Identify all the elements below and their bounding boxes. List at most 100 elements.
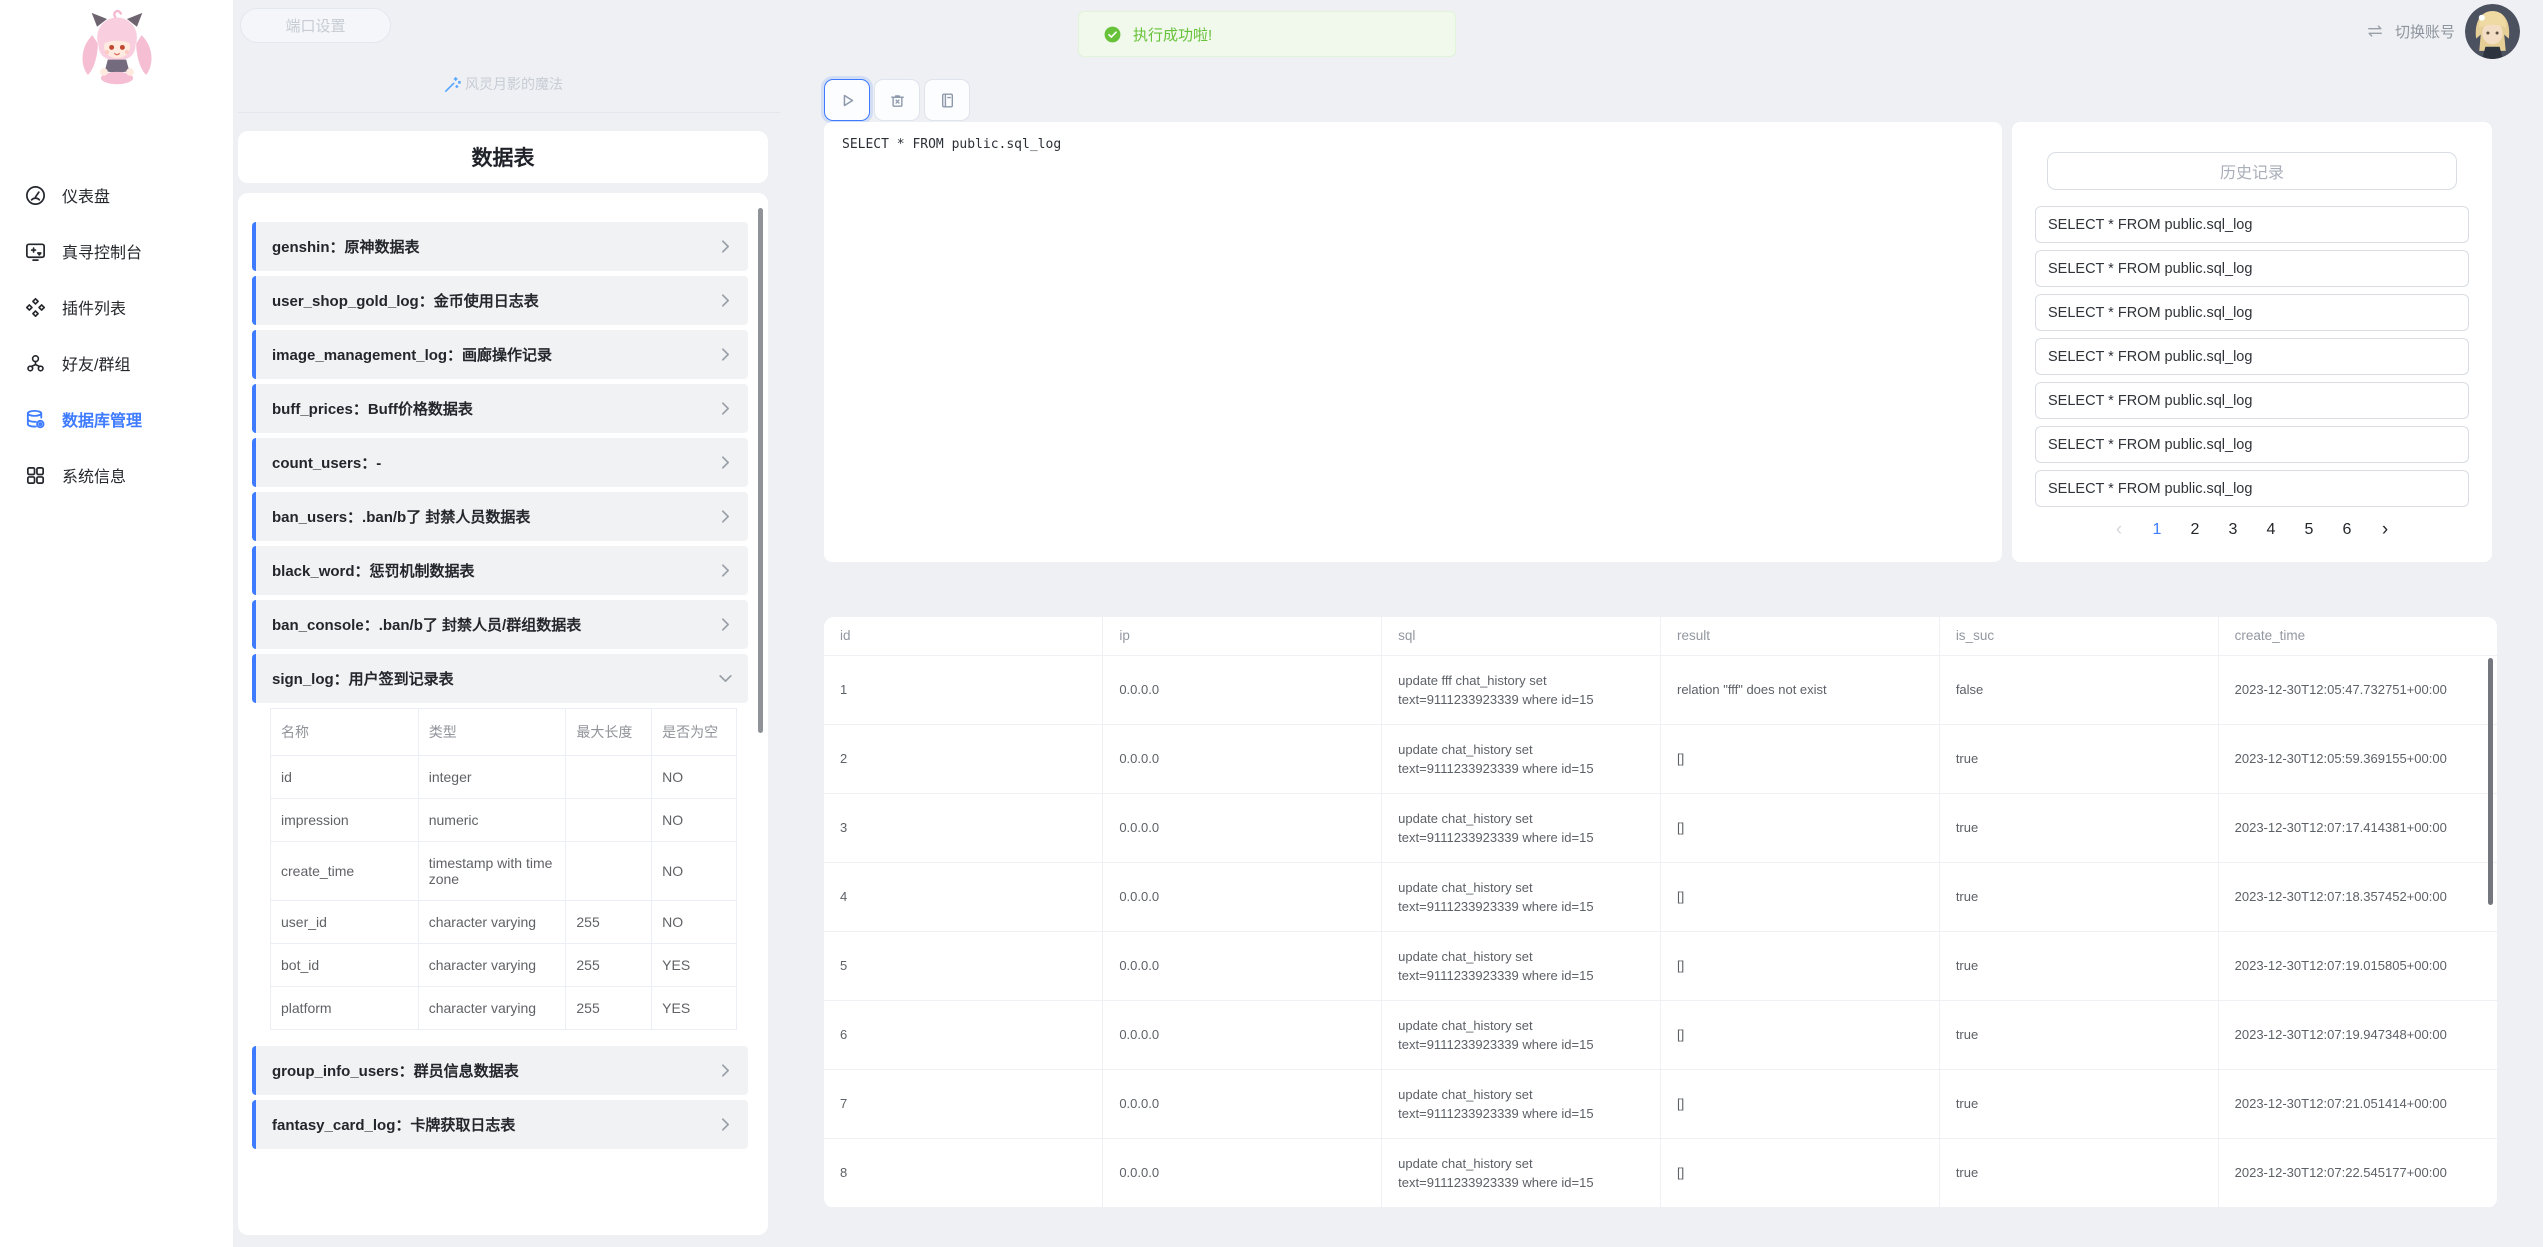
results-cell: [] <box>1660 724 1939 793</box>
log-button[interactable] <box>924 79 970 121</box>
table-list-item[interactable]: count_users：- <box>252 438 748 487</box>
table-list-item-label: image_management_log：画廊操作记录 <box>272 344 552 365</box>
query-results-table: idipsqlresultis_succreate_time 10.0.0.0u… <box>824 617 2497 1208</box>
pagination-page-5[interactable]: 5 <box>2302 521 2316 539</box>
panel-divider <box>238 112 780 113</box>
user-avatar[interactable] <box>2465 4 2520 59</box>
results-cell: true <box>1939 1069 2218 1138</box>
table-list-item[interactable]: fantasy_card_log：卡牌获取日志表 <box>252 1100 748 1149</box>
column-def-cell: NO <box>652 901 737 944</box>
sql-editor[interactable]: SELECT * FROM public.sql_log <box>824 122 2002 562</box>
table-columns-detail: 名称类型最大长度是否为空idintegerNOimpressionnumeric… <box>270 708 737 1030</box>
results-row: 40.0.0.0update chat_history set text=911… <box>824 862 2497 931</box>
results-column-header: create_time <box>2218 617 2497 655</box>
switch-account-label[interactable]: 切换账号 <box>2395 21 2455 42</box>
tables-list-card: genshin：原神数据表 user_shop_gold_log：金币使用日志表… <box>238 193 768 1235</box>
results-cell: 7 <box>824 1069 1103 1138</box>
column-def-cell: NO <box>652 756 737 799</box>
tables-list: genshin：原神数据表 user_shop_gold_log：金币使用日志表… <box>252 222 748 1149</box>
table-list-item[interactable]: group_info_users：群员信息数据表 <box>252 1046 748 1095</box>
port-settings-button[interactable]: 端口设置 <box>240 8 391 43</box>
sidebar-item-system-info[interactable]: 系统信息 <box>0 447 233 503</box>
pagination-next[interactable]: › <box>2378 520 2392 539</box>
chevron-right-icon <box>717 238 734 255</box>
run-query-button[interactable] <box>824 79 870 121</box>
pagination-page-2[interactable]: 2 <box>2188 521 2202 539</box>
results-cell: update chat_history set text=91112339233… <box>1382 1138 1661 1207</box>
tables-list-scrollbar[interactable] <box>758 208 763 733</box>
sidebar-item-friends-groups[interactable]: 好友/群组 <box>0 335 233 391</box>
results-cell: 1 <box>824 655 1103 724</box>
history-item[interactable]: SELECT * FROM public.sql_log <box>2035 470 2469 507</box>
history-item[interactable]: SELECT * FROM public.sql_log <box>2035 382 2469 419</box>
table-list-item[interactable]: image_management_log：画廊操作记录 <box>252 330 748 379</box>
sidebar-item-label: 真寻控制台 <box>62 239 142 263</box>
results-cell: true <box>1939 1000 2218 1069</box>
table-list-item[interactable]: genshin：原神数据表 <box>252 222 748 271</box>
chevron-right-icon <box>717 508 734 525</box>
results-scrollbar[interactable] <box>2488 658 2493 905</box>
history-pagination: ‹ 1 2 3 4 5 6 › <box>2035 520 2469 539</box>
results-cell: [] <box>1660 931 1939 1000</box>
table-list-item[interactable]: black_word：惩罚机制数据表 <box>252 546 748 595</box>
history-item[interactable]: SELECT * FROM public.sql_log <box>2035 426 2469 463</box>
sidebar-item-plugins[interactable]: 插件列表 <box>0 279 233 335</box>
results-cell: 4 <box>824 862 1103 931</box>
notebook-icon <box>937 90 958 111</box>
results-cell: 8 <box>824 1138 1103 1207</box>
results-row: 20.0.0.0update chat_history set text=911… <box>824 724 2497 793</box>
results-column-header: ip <box>1103 617 1382 655</box>
column-def-cell: 255 <box>566 987 652 1030</box>
trash-icon <box>887 90 908 111</box>
pagination-page-3[interactable]: 3 <box>2226 521 2240 539</box>
history-item[interactable]: SELECT * FROM public.sql_log <box>2035 294 2469 331</box>
avatar-image <box>2465 4 2520 59</box>
tables-panel-title: 数据表 <box>238 131 768 183</box>
table-list-item-label: fantasy_card_log：卡牌获取日志表 <box>272 1114 515 1135</box>
pagination-page-6[interactable]: 6 <box>2340 521 2354 539</box>
table-list-item[interactable]: ban_users：.ban/b了 封禁人员数据表 <box>252 492 748 541</box>
pagination-page-4[interactable]: 4 <box>2264 521 2278 539</box>
sidebar-item-console[interactable]: 真寻控制台 <box>0 223 233 279</box>
clear-button[interactable] <box>874 79 920 121</box>
column-def-row: user_idcharacter varying255NO <box>271 901 737 944</box>
results-cell: update fff chat_history set text=9111233… <box>1382 655 1661 724</box>
table-list-item-label: ban_users：.ban/b了 封禁人员数据表 <box>272 506 530 527</box>
results-cell: true <box>1939 1138 2218 1207</box>
pagination-page-1[interactable]: 1 <box>2150 521 2164 539</box>
sidebar-item-database[interactable]: 数据库管理 <box>0 391 233 447</box>
results-cell: 3 <box>824 793 1103 862</box>
watermark-text: 风灵月影的魔法 <box>465 74 563 94</box>
table-list-item[interactable]: buff_prices：Buff价格数据表 <box>252 384 748 433</box>
pagination-prev[interactable]: ‹ <box>2112 520 2126 539</box>
results-cell: 0.0.0.0 <box>1103 1138 1382 1207</box>
results-cell: 0.0.0.0 <box>1103 1069 1382 1138</box>
sidebar-item-label: 插件列表 <box>62 295 126 319</box>
history-item[interactable]: SELECT * FROM public.sql_log <box>2035 250 2469 287</box>
column-def-cell: character varying <box>418 901 566 944</box>
column-def-row: idintegerNO <box>271 756 737 799</box>
column-header: 最大长度 <box>566 709 652 756</box>
column-def-cell: YES <box>652 944 737 987</box>
table-list-item-label: genshin：原神数据表 <box>272 236 420 257</box>
history-item[interactable]: SELECT * FROM public.sql_log <box>2035 206 2469 243</box>
table-list-item[interactable]: ban_console：.ban/b了 封禁人员/群组数据表 <box>252 600 748 649</box>
sidebar-item-label: 系统信息 <box>62 463 126 487</box>
chevron-right-icon <box>717 400 734 417</box>
sidebar-item-dashboard[interactable]: 仪表盘 <box>0 167 233 223</box>
results-row: 70.0.0.0update chat_history set text=911… <box>824 1069 2497 1138</box>
column-def-cell: impression <box>271 799 419 842</box>
table-list-item[interactable]: sign_log：用户签到记录表 <box>252 654 748 703</box>
column-def-cell: NO <box>652 799 737 842</box>
table-list-item[interactable]: user_shop_gold_log：金币使用日志表 <box>252 276 748 325</box>
table-list-item-label: buff_prices：Buff价格数据表 <box>272 398 473 419</box>
column-def-row: bot_idcharacter varying255YES <box>271 944 737 987</box>
results-cell: update chat_history set text=91112339233… <box>1382 931 1661 1000</box>
results-cell: 2023-12-30T12:07:22.545177+00:00 <box>2218 1138 2497 1207</box>
results-cell: [] <box>1660 862 1939 931</box>
table-list-item-label: ban_console：.ban/b了 封禁人员/群组数据表 <box>272 614 581 635</box>
column-def-cell: platform <box>271 987 419 1030</box>
results-cell: update chat_history set text=91112339233… <box>1382 1069 1661 1138</box>
column-header: 名称 <box>271 709 419 756</box>
history-item[interactable]: SELECT * FROM public.sql_log <box>2035 338 2469 375</box>
